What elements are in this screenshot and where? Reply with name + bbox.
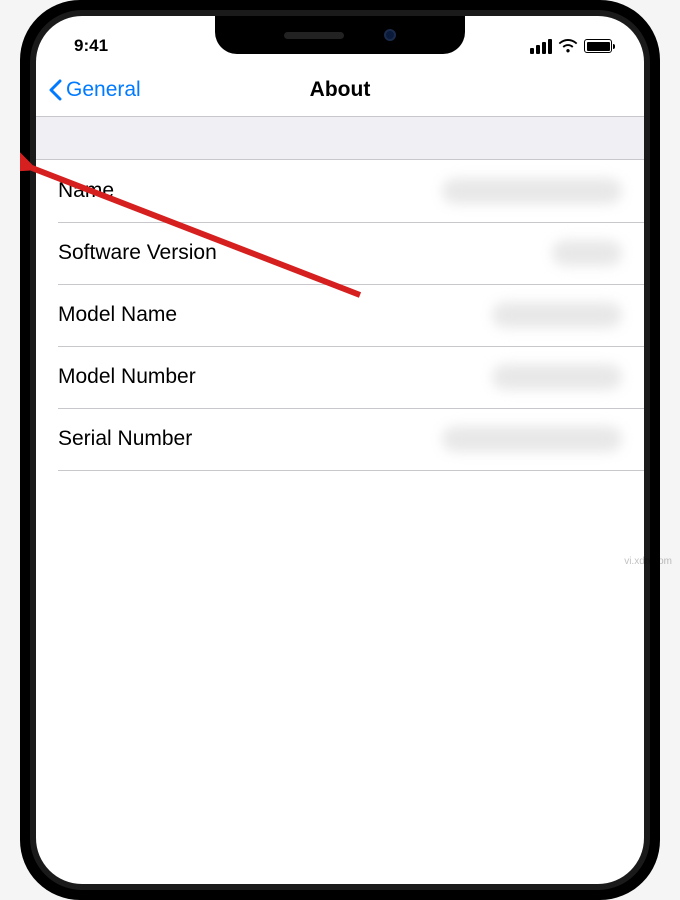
row-value-blurred <box>442 178 622 204</box>
back-button[interactable]: General <box>48 78 141 102</box>
row-software-version[interactable]: Software Version <box>36 222 644 284</box>
row-value-blurred <box>442 426 622 452</box>
status-time: 9:41 <box>64 36 108 56</box>
watermark: vi.xdn.com <box>624 556 672 567</box>
row-label: Name <box>58 179 114 203</box>
row-label: Software Version <box>58 241 217 265</box>
navigation-bar: General About <box>36 64 644 116</box>
back-label: General <box>66 78 141 102</box>
row-model-number[interactable]: Model Number <box>36 346 644 408</box>
row-serial-number[interactable]: Serial Number <box>36 408 644 470</box>
row-model-name[interactable]: Model Name <box>36 284 644 346</box>
page-title: About <box>310 78 371 102</box>
chevron-left-icon <box>48 79 62 101</box>
iphone-frame: 9:41 Gen <box>20 0 660 900</box>
section-header-gap <box>36 116 644 160</box>
wifi-icon <box>558 39 578 53</box>
row-label: Model Name <box>58 303 177 327</box>
speaker-grille <box>284 32 344 39</box>
row-label: Model Number <box>58 365 196 389</box>
row-value-blurred <box>492 302 622 328</box>
row-label: Serial Number <box>58 427 192 451</box>
front-camera <box>384 29 396 41</box>
row-value-blurred <box>492 364 622 390</box>
cellular-signal-icon <box>530 39 552 54</box>
battery-icon <box>584 39 612 53</box>
about-list[interactable]: Name Software Version Model Name Model N… <box>36 160 644 470</box>
notch <box>215 16 465 54</box>
row-name[interactable]: Name <box>36 160 644 222</box>
row-value-blurred <box>552 240 622 266</box>
screen: 9:41 Gen <box>36 16 644 884</box>
